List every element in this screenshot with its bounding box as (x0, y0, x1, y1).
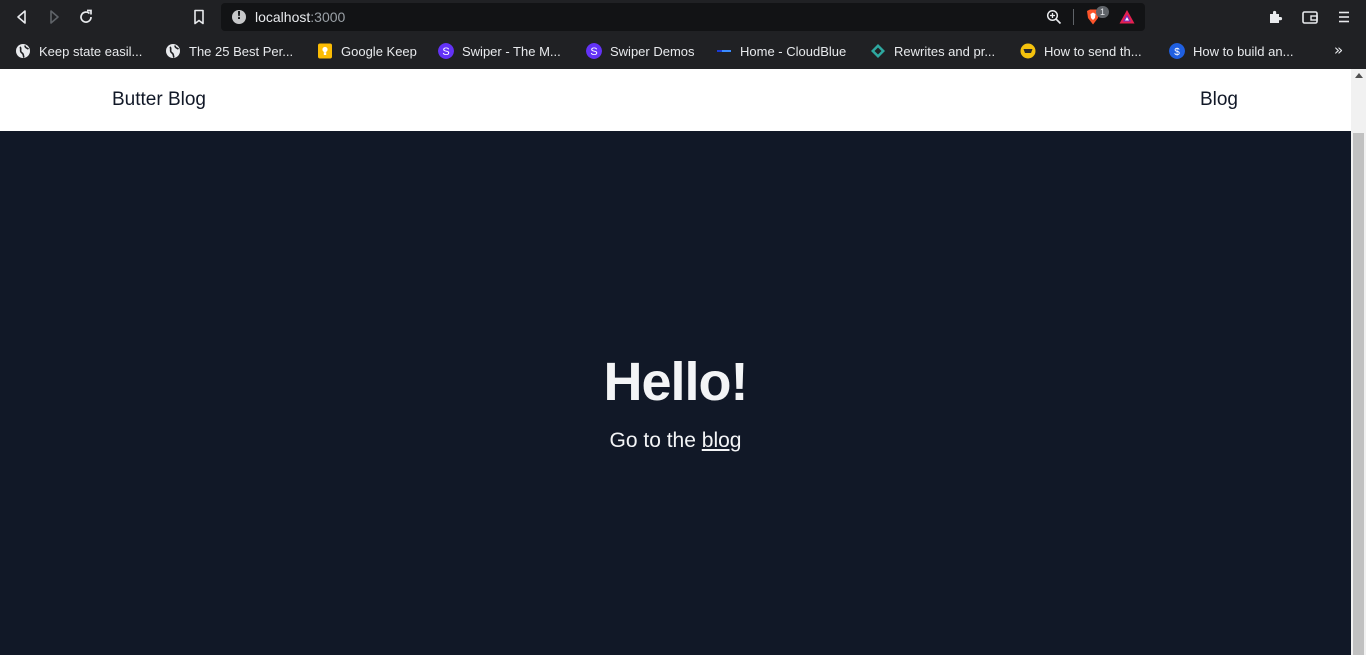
site-icon (1020, 43, 1036, 59)
forward-button[interactable] (42, 5, 66, 29)
swiper-icon: S (438, 43, 454, 59)
bookmark-label: Google Keep (341, 43, 417, 59)
hamburger-menu-icon (1339, 11, 1349, 23)
svg-text:$: $ (1174, 47, 1180, 58)
bookmark-item[interactable]: $ How to build an... (1169, 42, 1293, 60)
hero-subtitle: Go to the blog (0, 429, 1351, 453)
globe-icon (166, 44, 180, 58)
url-bar[interactable]: localhost:3000 1 (221, 3, 1145, 31)
reload-icon (80, 9, 92, 23)
back-arrow-icon (17, 10, 26, 24)
bookmark-button[interactable] (187, 5, 211, 29)
more-bookmarks-chevron-icon[interactable]: » (1334, 41, 1352, 59)
bookmark-label: Swiper - The M... (462, 43, 561, 59)
site-logo[interactable]: Butter Blog (112, 89, 206, 111)
cloudblue-icon (717, 50, 731, 52)
svg-text:S: S (590, 46, 597, 58)
hero-subtitle-text: Go to the (609, 429, 696, 452)
swiper-icon: S (586, 43, 602, 59)
bookmarks-bar: Keep state easil... The 25 Best Per... G… (0, 34, 1366, 68)
url-separator (1073, 9, 1074, 25)
bookmark-item[interactable]: S Swiper Demos (586, 42, 695, 60)
nav-link-blog[interactable]: Blog (1200, 89, 1238, 111)
rewrites-icon (871, 44, 885, 58)
bookmark-label: How to send th... (1044, 43, 1142, 59)
url-host: localhost (255, 9, 311, 25)
browser-toolbar: localhost:3000 1 (0, 0, 1366, 34)
site-icon: $ (1169, 43, 1185, 59)
scroll-up-arrow-icon[interactable] (1355, 73, 1363, 78)
bookmark-label: Keep state easil... (39, 43, 143, 59)
page-viewport: Butter Blog Blog Hello! Go to the blog (0, 69, 1351, 655)
bookmark-item[interactable]: Rewrites and pr... (870, 42, 995, 60)
wallet-icon (1302, 11, 1318, 24)
bookmark-label: The 25 Best Per... (189, 43, 294, 59)
hero-title: Hello! (603, 352, 748, 412)
bookmark-item[interactable]: The 25 Best Per... (165, 42, 293, 60)
reload-button[interactable] (74, 5, 98, 29)
bookmark-label: Rewrites and pr... (894, 43, 996, 59)
url-port: :3000 (310, 9, 346, 25)
blog-link[interactable]: blog (702, 429, 742, 452)
zoom-icon[interactable] (1046, 9, 1062, 25)
bookmark-item[interactable]: S Swiper - The M... (438, 42, 561, 60)
brave-rewards-icon[interactable] (1118, 8, 1136, 26)
puzzle-icon (1270, 10, 1283, 23)
bookmark-item[interactable]: Google Keep (317, 42, 417, 60)
url-text[interactable]: localhost:3000 (255, 9, 345, 25)
bookmark-label: Home - CloudBlue (740, 43, 847, 59)
bookmark-label: Swiper Demos (610, 43, 695, 59)
scroll-thumb[interactable] (1353, 133, 1364, 655)
site-info-icon[interactable] (232, 9, 246, 24)
bookmark-label: How to build an... (1193, 43, 1294, 59)
back-button[interactable] (10, 5, 34, 29)
bookmark-icon (194, 9, 204, 25)
forward-arrow-icon (50, 10, 59, 24)
site-header: Butter Blog Blog (0, 69, 1351, 131)
menu-button[interactable] (1333, 6, 1355, 28)
bookmark-item[interactable]: Keep state easil... (15, 42, 142, 60)
bookmark-item[interactable]: Home - CloudBlue (716, 42, 846, 60)
extensions-button[interactable] (1265, 6, 1287, 28)
google-keep-icon (318, 43, 332, 59)
svg-text:S: S (442, 46, 449, 58)
globe-icon (16, 44, 30, 58)
wallet-button[interactable] (1299, 6, 1321, 28)
shield-count-badge: 1 (1096, 6, 1109, 18)
page-scrollbar[interactable] (1351, 69, 1366, 655)
bookmark-item[interactable]: How to send th... (1020, 42, 1142, 60)
